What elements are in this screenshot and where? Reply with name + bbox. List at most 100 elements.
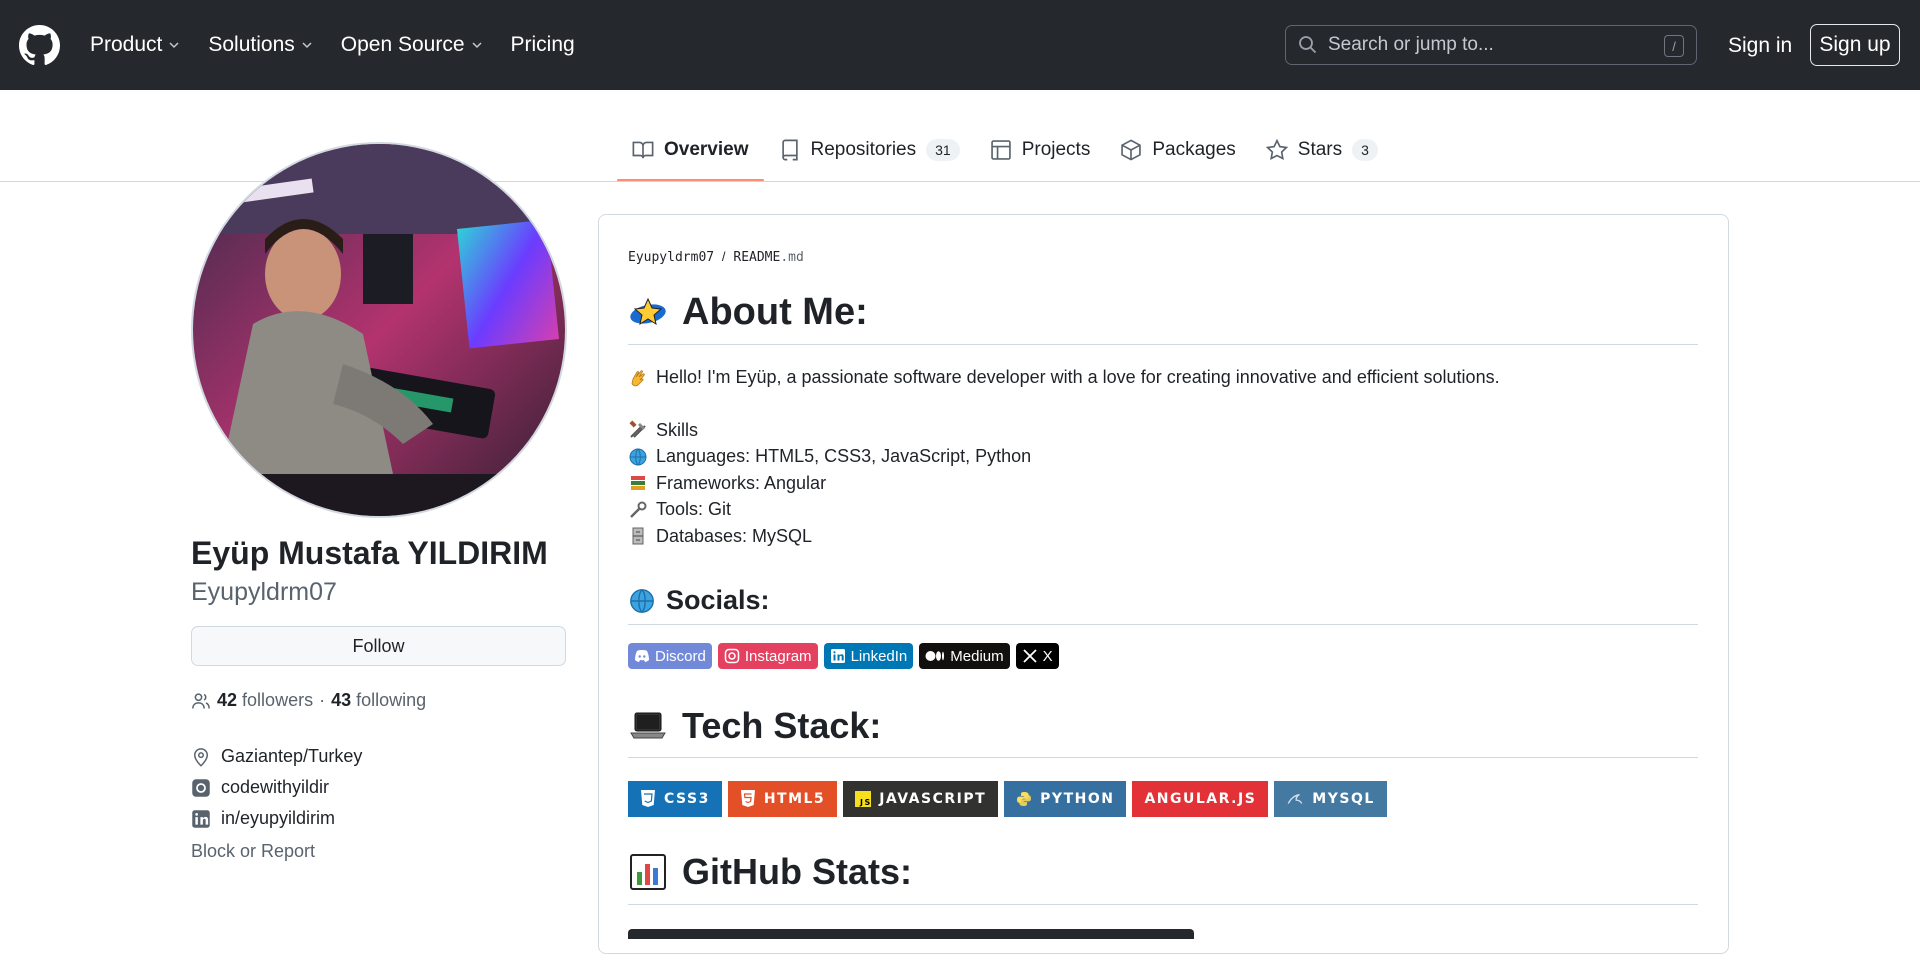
globe-icon bbox=[630, 588, 654, 613]
profile-details: Gaziantep/Turkey codewithyildir in/eyupy… bbox=[191, 741, 362, 834]
python-icon bbox=[1017, 792, 1032, 806]
github-stats-heading: GitHub Stats: bbox=[628, 851, 912, 893]
html5-icon bbox=[740, 790, 755, 807]
skills-list: Skills Languages: HTML5, CSS3, JavaScrip… bbox=[628, 417, 1031, 550]
tech-badges: CSS3 HTML5 JS JAVASCRIPT PYTHON ANGULAR.… bbox=[628, 781, 1387, 817]
intro-text: Hello! I'm Eyüp, a passionate software d… bbox=[656, 367, 1500, 387]
css3-badge[interactable]: CSS3 bbox=[628, 781, 722, 817]
mysql-badge[interactable]: MYSQL bbox=[1274, 781, 1387, 817]
instagram-label: Instagram bbox=[744, 647, 812, 665]
follow-button[interactable]: Follow bbox=[191, 626, 566, 666]
discord-badge[interactable]: Discord bbox=[628, 643, 712, 669]
linkedin-icon bbox=[830, 649, 845, 663]
tab-projects[interactable]: Projects bbox=[975, 118, 1106, 182]
javascript-badge[interactable]: JS JAVASCRIPT bbox=[843, 781, 999, 817]
followers-link[interactable]: 42 followers bbox=[217, 690, 313, 711]
site-header: Product Solutions Open Source Pricing Se… bbox=[0, 0, 1920, 90]
profile-full-name: Eyüp Mustafa YILDIRIM bbox=[191, 535, 548, 571]
nav-solutions[interactable]: Solutions bbox=[208, 33, 312, 57]
readme-path-file: README bbox=[733, 250, 781, 265]
tech-stack-title: Tech Stack: bbox=[682, 705, 882, 746]
wrench-icon bbox=[630, 501, 647, 518]
laptop-icon bbox=[630, 712, 666, 739]
github-logo-icon[interactable] bbox=[19, 25, 60, 66]
skill-text: Databases: MySQL bbox=[656, 525, 813, 546]
tab-repositories[interactable]: Repositories 31 bbox=[764, 118, 975, 182]
socials-heading: Socials: bbox=[628, 585, 770, 616]
nav-product[interactable]: Product bbox=[90, 33, 180, 57]
waving-hand-icon bbox=[631, 369, 645, 386]
readme-path: Eyupyldrm07 / README.md bbox=[628, 249, 804, 265]
tab-projects-label: Projects bbox=[1021, 139, 1091, 160]
sign-in-link[interactable]: Sign in bbox=[1728, 34, 1792, 58]
books-icon bbox=[631, 476, 645, 491]
profile-tabs: Overview Repositories 31 Projects Packag… bbox=[617, 118, 1393, 182]
about-heading: About Me: bbox=[628, 291, 868, 334]
social-badges: Discord Instagram LinkedIn Medium X bbox=[628, 643, 1059, 669]
linkedin-handle: in/eyupyildirim bbox=[221, 808, 336, 828]
nav-solutions-label: Solutions bbox=[208, 33, 295, 56]
css3-icon bbox=[641, 790, 655, 807]
medium-badge[interactable]: Medium bbox=[919, 643, 1010, 669]
block-or-report-link[interactable]: Block or Report bbox=[191, 841, 315, 862]
html5-label: HTML5 bbox=[763, 791, 826, 807]
followers-count: 42 bbox=[217, 690, 238, 710]
github-stats-title: GitHub Stats: bbox=[682, 851, 912, 892]
table-icon bbox=[990, 140, 1011, 160]
globe-icon bbox=[629, 448, 647, 466]
css3-label: CSS3 bbox=[664, 791, 710, 807]
stats-divider bbox=[628, 904, 1698, 905]
tech-divider bbox=[628, 757, 1698, 758]
x-label: X bbox=[1042, 647, 1053, 665]
instagram-badge[interactable]: Instagram bbox=[717, 643, 818, 669]
dizzy-star-icon bbox=[630, 297, 666, 325]
tech-stack-heading: Tech Stack: bbox=[628, 705, 881, 747]
angularjs-badge[interactable]: ANGULAR.JS bbox=[1132, 781, 1269, 817]
list-item: Databases: MySQL bbox=[628, 523, 1031, 550]
nav-open-source[interactable]: Open Source bbox=[341, 33, 483, 57]
tab-stars[interactable]: Stars 3 bbox=[1251, 118, 1393, 182]
readme-path-user[interactable]: Eyupyldrm07 bbox=[628, 250, 714, 265]
github-stats-card bbox=[628, 929, 1194, 939]
linkedin-row[interactable]: in/eyupyildirim bbox=[191, 803, 362, 834]
location-pin-icon bbox=[193, 747, 209, 767]
about-title: About Me: bbox=[682, 291, 868, 333]
follow-separator: · bbox=[319, 690, 326, 710]
x-badge[interactable]: X bbox=[1015, 643, 1059, 669]
avatar-photo bbox=[193, 144, 565, 516]
star-icon bbox=[1265, 139, 1288, 161]
nav-pricing[interactable]: Pricing bbox=[511, 33, 575, 57]
tab-overview[interactable]: Overview bbox=[617, 118, 764, 182]
bar-chart-icon bbox=[630, 854, 666, 890]
chevron-down-icon bbox=[169, 42, 179, 49]
python-badge[interactable]: PYTHON bbox=[1004, 781, 1127, 817]
sign-up-button[interactable]: Sign up bbox=[1810, 24, 1900, 66]
header-nav: Product Solutions Open Source Pricing bbox=[90, 0, 575, 90]
following-label: following bbox=[356, 690, 427, 710]
tools-icon bbox=[629, 420, 646, 438]
chevron-down-icon bbox=[471, 42, 482, 49]
tab-overview-label: Overview bbox=[664, 139, 749, 160]
following-link[interactable]: 43 following bbox=[331, 690, 426, 711]
nav-product-label: Product bbox=[90, 33, 163, 56]
avatar[interactable] bbox=[191, 142, 567, 518]
book-icon bbox=[632, 141, 654, 159]
nav-pricing-label: Pricing bbox=[510, 33, 575, 56]
search-input[interactable]: Search or jump to... / bbox=[1285, 25, 1697, 65]
html5-badge[interactable]: HTML5 bbox=[727, 781, 838, 817]
instagram-row[interactable]: codewithyildir bbox=[191, 772, 362, 803]
linkedin-badge[interactable]: LinkedIn bbox=[823, 643, 914, 669]
linkedin-label: LinkedIn bbox=[850, 647, 908, 665]
tab-packages[interactable]: Packages bbox=[1105, 118, 1250, 182]
linkedin-icon bbox=[192, 809, 210, 828]
search-placeholder: Search or jump to... bbox=[1328, 34, 1494, 55]
medium-label: Medium bbox=[950, 647, 1004, 665]
package-icon bbox=[1121, 139, 1142, 161]
list-item: Frameworks: Angular bbox=[628, 470, 1031, 497]
tab-packages-label: Packages bbox=[1152, 139, 1236, 160]
location-text: Gaziantep/Turkey bbox=[221, 746, 363, 766]
nav-open-source-label: Open Source bbox=[340, 33, 465, 56]
socials-divider bbox=[628, 624, 1698, 625]
instagram-handle: codewithyildir bbox=[221, 777, 330, 797]
medium-icon bbox=[925, 651, 945, 661]
